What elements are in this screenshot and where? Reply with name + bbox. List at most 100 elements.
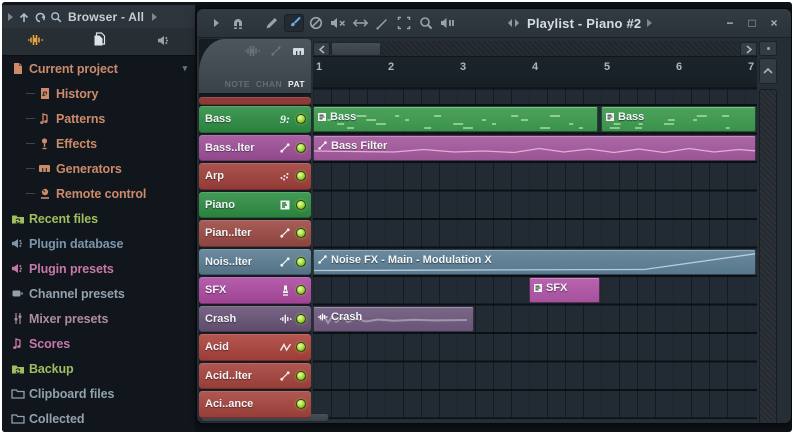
sidebar-item-generators[interactable]: Generators [2, 156, 195, 181]
search-icon[interactable] [50, 11, 62, 23]
tool-slash-icon[interactable] [306, 14, 326, 32]
mode-pat[interactable]: PAT [288, 79, 305, 89]
scroll-up-button[interactable] [759, 58, 777, 84]
browser-tab-file-copy-icon[interactable] [93, 32, 106, 51]
browser-menu-arrow-icon[interactable] [6, 12, 14, 22]
sidebar-item-plugin-presets[interactable]: Plugin presets [2, 256, 195, 281]
vertical-scroll-thumb[interactable] [759, 89, 777, 424]
playlist-menu-arrow-icon[interactable] [645, 18, 653, 28]
maximize-button[interactable]: □ [741, 14, 763, 32]
track-enable-led[interactable] [296, 314, 306, 324]
scroll-left-button[interactable] [313, 42, 330, 56]
track-enable-led[interactable] [296, 200, 306, 210]
detach-arrows-icon[interactable] [505, 18, 523, 28]
tool-zoom-icon[interactable] [416, 14, 436, 32]
pattern-clip-icon [317, 112, 327, 122]
clip-sfx[interactable]: SFX [529, 277, 600, 303]
tool-mute-icon[interactable] [328, 14, 348, 32]
track-row-crash[interactable]: Crash [199, 306, 311, 333]
clip-label: Bass Filter [331, 140, 387, 152]
horizontal-scroll-thumb[interactable] [331, 42, 381, 56]
caret-down-icon[interactable]: ▾ [183, 63, 187, 74]
track-row-nois-lter[interactable]: Nois..lter [199, 249, 311, 276]
track-enable-led[interactable] [296, 399, 306, 409]
sidebar-item-clipboard-files[interactable]: Clipboard files [2, 381, 195, 406]
clip-noise-fx-main-modulation-x[interactable]: Noise FX - Main - Modulation X [313, 249, 756, 275]
minimize-button[interactable]: − [719, 14, 741, 32]
note-icon [37, 112, 52, 125]
browser-tab-waveform-icon[interactable] [27, 33, 43, 51]
sidebar-item-label: Remote control [56, 187, 146, 201]
piano-icon[interactable] [292, 46, 305, 57]
track-row-partial[interactable] [199, 97, 311, 105]
mode-note[interactable]: NOTE [225, 79, 250, 89]
track-row-bass[interactable]: Bass9: [199, 106, 311, 133]
browser-undo-icon[interactable] [34, 11, 46, 23]
track-name: Piano [199, 199, 277, 211]
track-row-arp[interactable]: Arp [199, 163, 311, 190]
track-enable-led[interactable] [296, 257, 306, 267]
tool-slice-icon[interactable] [372, 14, 392, 32]
close-button[interactable]: × [763, 14, 785, 32]
scroll-right-button[interactable] [740, 42, 757, 56]
track-row-sfx[interactable]: SFX [199, 277, 311, 304]
sidebar-item-patterns[interactable]: Patterns [2, 106, 195, 131]
sidebar-item-label: Recent files [29, 212, 98, 226]
sidebar-item-label: Effects [56, 137, 97, 151]
tool-slip-icon[interactable] [350, 14, 370, 32]
track-row-acid-lter[interactable]: Acid..lter [199, 363, 311, 390]
track-enable-led[interactable] [296, 228, 306, 238]
sidebar-item-label: Backup [29, 362, 74, 376]
track-row-bass-lter[interactable]: Bass..lter [199, 135, 311, 162]
knob-icon [37, 187, 52, 200]
link-icon[interactable] [270, 45, 282, 57]
track-enable-led[interactable] [296, 171, 306, 181]
horizontal-scrollbar[interactable] [313, 41, 757, 57]
clip-bass[interactable]: Bass [313, 106, 598, 132]
sidebar-item-channel-presets[interactable]: Channel presets [2, 281, 195, 306]
track-row-pian-lter[interactable]: Pian..lter [199, 220, 311, 247]
clip-lanes[interactable]: BassBass Bass Filter Noise FX - Main - Mod… [313, 89, 757, 419]
track-enable-led[interactable] [296, 143, 306, 153]
waveform-icon[interactable] [244, 45, 260, 57]
waveform-icon [27, 34, 43, 46]
lamp-icon [37, 137, 52, 150]
sfx-icon [277, 284, 293, 297]
track-enable-led[interactable] [296, 371, 306, 381]
clip-header: Bass Filter [317, 140, 387, 152]
browser-next-icon[interactable] [150, 12, 158, 22]
tool-brush-icon[interactable] [284, 14, 304, 32]
clip-bass-filter[interactable]: Bass Filter [313, 135, 756, 161]
clip-crash[interactable]: Crash [313, 306, 474, 332]
clip-bass[interactable]: Bass [601, 106, 756, 132]
sidebar-item-effects[interactable]: Effects [2, 131, 195, 156]
track-row-aci-ance[interactable]: Aci..ance [199, 391, 311, 418]
sidebar-item-recent-files[interactable]: Recent files [2, 206, 195, 231]
track-row-acid[interactable]: Acid [199, 334, 311, 361]
track-name: Bass..lter [199, 142, 277, 154]
tool-menu-arrow-icon[interactable] [206, 14, 226, 32]
tool-magnet-icon[interactable] [228, 14, 248, 32]
sidebar-item-history[interactable]: History [2, 81, 195, 106]
track-row-piano[interactable]: Piano [199, 192, 311, 219]
sidebar-item-collected[interactable]: Collected [2, 406, 195, 431]
sidebar-item-plugin-database[interactable]: Plugin database [2, 231, 195, 256]
vertical-scrollbar[interactable] [759, 41, 777, 419]
tool-pencil-icon[interactable] [262, 14, 282, 32]
track-enable-led[interactable] [296, 285, 306, 295]
mode-chan[interactable]: CHAN [256, 79, 282, 89]
browser-up-icon[interactable] [18, 11, 30, 23]
sidebar-item-label: Patterns [56, 112, 105, 126]
sidebar-item-current-project[interactable]: Current project▾ [2, 56, 195, 81]
sidebar-item-mixer-presets[interactable]: Mixer presets [2, 306, 195, 331]
timeline-ruler[interactable]: 1234567 [313, 57, 757, 89]
sidebar-item-backup[interactable]: Backup [2, 356, 195, 381]
sidebar-item-scores[interactable]: Scores [2, 331, 195, 356]
track-enable-led[interactable] [296, 114, 306, 124]
sidebar-item-remote-control[interactable]: Remote control [2, 181, 195, 206]
track-enable-led[interactable] [296, 342, 306, 352]
tool-select-icon[interactable] [394, 14, 414, 32]
browser-tab-speaker-icon[interactable] [157, 33, 170, 51]
scrollbar-options-button[interactable] [759, 41, 777, 56]
tool-playback-icon[interactable] [438, 14, 458, 32]
